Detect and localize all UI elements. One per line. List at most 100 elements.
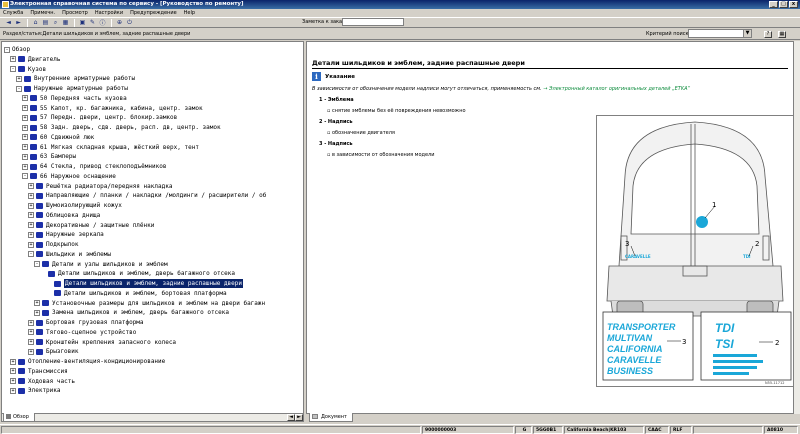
tree-node[interactable]: + Трансмиссия <box>10 367 68 376</box>
expand-icon[interactable]: + <box>22 163 28 170</box>
tree-node[interactable]: +64 Стекла, привод стеклоподъёмников <box>22 162 166 171</box>
tree-node[interactable]: +50 Передняя часть кузова <box>22 94 127 103</box>
tree-node[interactable]: +57 Передн. двери, центр. блокир.замков <box>22 113 177 122</box>
scroll-left-icon[interactable]: ◄ <box>287 414 295 421</box>
tree-node[interactable]: +63 Бамперы <box>22 152 76 161</box>
info-icon[interactable]: ⓘ <box>98 19 107 27</box>
expand-icon[interactable]: + <box>22 144 28 150</box>
print-icon[interactable]: ▦ <box>61 19 70 27</box>
expand-icon[interactable]: + <box>34 309 40 316</box>
expand-icon[interactable]: + <box>10 368 16 375</box>
menu-warning[interactable]: Предупреждение <box>130 9 177 17</box>
tree-node[interactable]: + Отопление-вентиляция-кондиционирование <box>10 357 165 366</box>
tree-node[interactable]: + Направляющие / планки / накладки /молди… <box>28 191 266 200</box>
collapse-icon[interactable]: - <box>10 66 16 72</box>
tree-node[interactable]: + Декоративные / защитные плёнки <box>28 221 154 230</box>
menu-help[interactable]: Help <box>184 9 195 17</box>
expand-icon[interactable]: + <box>28 231 34 238</box>
exit-icon[interactable]: ⏻ <box>125 19 134 27</box>
tree-node[interactable]: + Двигатель <box>10 55 61 64</box>
expand-icon[interactable]: + <box>22 153 28 160</box>
expand-icon[interactable]: + <box>28 339 34 345</box>
help-button[interactable]: ? <box>764 31 772 38</box>
tree-node[interactable]: - Шильдики и эмблемы <box>28 250 111 259</box>
tree-node[interactable]: Детали шильдиков и эмблем, задние распаш… <box>46 279 244 288</box>
menu-notes[interactable]: Примечн. <box>30 9 55 17</box>
collapse-icon[interactable]: - <box>16 85 22 92</box>
expand-icon[interactable]: + <box>22 114 28 121</box>
tree-node[interactable]: Детали шильдиков и эмблем, дверь багажно… <box>40 269 235 278</box>
tree-node[interactable]: +58 Задн. дверь, сдв. дверь, расп. дв, ц… <box>22 123 221 132</box>
expand-icon[interactable]: + <box>28 319 34 326</box>
expand-icon[interactable]: + <box>28 183 34 189</box>
note-icon[interactable]: ✎ <box>88 19 97 27</box>
tree-node[interactable]: + Внутренние арматурные работы <box>16 74 135 83</box>
etka-link[interactable]: → Электронный каталог оригинальных детал… <box>543 86 690 92</box>
tree-node[interactable]: +61 Мягкая складная крыша, жёсткий верх,… <box>22 143 199 152</box>
tree-node[interactable]: + Замена шильдиков и эмблем, дверь багажн… <box>34 308 229 317</box>
menu-view[interactable]: Просмотр <box>62 9 88 17</box>
search-options-button[interactable]: ▦ <box>778 31 786 38</box>
expand-icon[interactable]: + <box>22 95 28 102</box>
expand-icon[interactable]: + <box>28 241 34 248</box>
expand-icon[interactable]: + <box>22 105 28 111</box>
tree-node[interactable]: + Брызговик <box>28 347 79 356</box>
expand-icon[interactable]: + <box>10 56 16 63</box>
tree-node[interactable]: + Тягово-сцепное устройство <box>28 328 136 337</box>
tree-node[interactable]: + Подкрылок <box>28 240 79 249</box>
tree-node[interactable]: +60 Сдвижной люк <box>22 133 94 142</box>
expand-icon[interactable]: + <box>10 358 16 365</box>
expand-icon[interactable]: + <box>28 202 34 209</box>
tree-hscrollbar[interactable]: ◄ ► <box>1 413 304 422</box>
tree-node[interactable]: + Бортовая грузовая платформа <box>28 318 144 327</box>
tree-node[interactable]: + Решётка радиатора/передняя накладка <box>28 182 172 191</box>
expand-icon[interactable]: + <box>28 212 34 219</box>
menu-settings[interactable]: Настройки <box>95 9 123 17</box>
tree-node[interactable]: + Облицовка днища <box>28 211 100 220</box>
tree-node[interactable]: - Обзор <box>4 45 30 54</box>
minimize-button[interactable]: _ <box>769 1 778 8</box>
expand-icon[interactable]: + <box>10 378 16 384</box>
tree-node[interactable]: Детали шильдиков и эмблем, бортовая плат… <box>46 289 227 298</box>
bookmark-icon[interactable]: ▣ <box>78 19 87 27</box>
search-icon[interactable]: ⌕ <box>51 19 60 27</box>
collapse-icon[interactable]: - <box>4 46 10 53</box>
collapse-icon[interactable]: - <box>34 261 40 267</box>
menu-service[interactable]: Служба <box>3 9 23 17</box>
tree-node[interactable]: - Кузов <box>10 65 46 74</box>
expand-icon[interactable]: + <box>22 124 28 131</box>
zoom-icon[interactable]: ⊕ <box>115 19 124 27</box>
tree-node[interactable]: - Наружные арматурные работы <box>16 84 128 93</box>
chevron-down-icon[interactable]: ▼ <box>743 30 751 37</box>
document-vscrollbar[interactable] <box>794 41 800 414</box>
back-icon[interactable]: ◄ <box>4 19 13 27</box>
tree-node[interactable]: + Наружные зеркала <box>28 230 104 239</box>
tree-node[interactable]: + Установочные размеры для шильдиков и эм… <box>34 299 265 308</box>
home-icon[interactable]: ⌂ <box>31 19 40 27</box>
tree-node[interactable]: + Ходовая часть <box>10 377 75 386</box>
tree-node[interactable]: +55 Капот, кр. багажника, кабина, центр.… <box>22 104 203 113</box>
tab-overview[interactable]: Обзор <box>3 413 35 422</box>
expand-icon[interactable]: + <box>28 348 34 355</box>
tree-node[interactable]: - 66 Наружное оснащение <box>22 172 116 181</box>
order-note-input[interactable] <box>342 18 404 26</box>
tree-node[interactable]: + Шумоизолирующий кожух <box>28 201 122 210</box>
document-icon[interactable]: ▤ <box>41 19 50 27</box>
scroll-right-icon[interactable]: ► <box>295 414 303 421</box>
expand-icon[interactable]: + <box>34 300 40 306</box>
expand-icon[interactable]: + <box>28 222 34 228</box>
search-criteria-select[interactable]: ▼ <box>688 29 752 38</box>
collapse-icon[interactable]: - <box>28 251 34 258</box>
expand-icon[interactable]: + <box>28 329 34 336</box>
close-button[interactable]: x <box>789 1 798 8</box>
tree-node[interactable]: + Кронштейн крепления запасного колеса <box>28 338 176 347</box>
expand-icon[interactable]: + <box>10 387 16 394</box>
expand-icon[interactable]: + <box>22 134 28 141</box>
tree-node[interactable]: + Электрика <box>10 386 61 395</box>
collapse-icon[interactable]: - <box>22 173 28 180</box>
tree-node[interactable]: - Детали и узлы шильдиков и эмблем <box>34 260 168 269</box>
maximize-button[interactable]: □ <box>779 1 788 8</box>
tab-document[interactable]: Документ <box>309 413 353 422</box>
expand-icon[interactable]: + <box>16 75 22 82</box>
expand-icon[interactable]: + <box>28 192 34 199</box>
